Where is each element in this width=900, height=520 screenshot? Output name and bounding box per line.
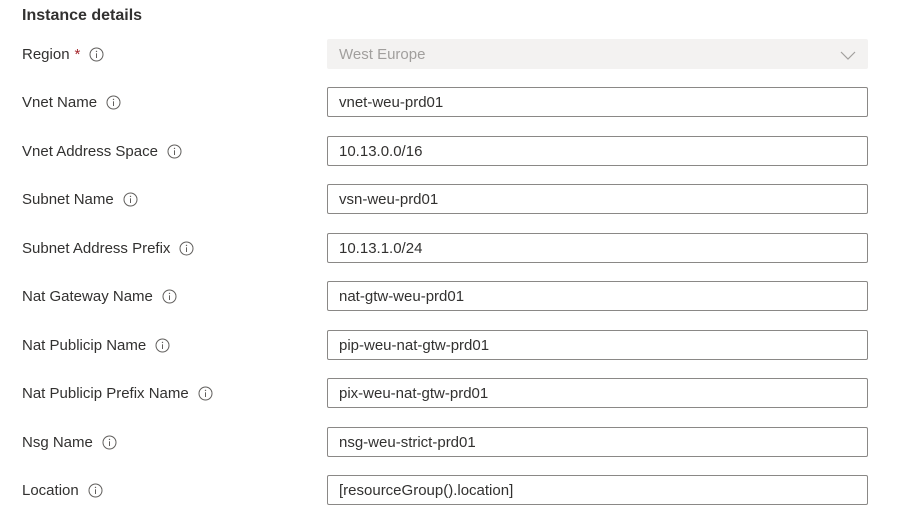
info-icon[interactable]	[155, 338, 170, 353]
field-label-text: Nat Gateway Name	[22, 287, 153, 305]
field-label-text: Vnet Address Space	[22, 142, 158, 160]
field-row-nat-publicip-prefix-name: Nat Publicip Prefix Name	[0, 378, 900, 408]
info-icon[interactable]	[102, 435, 117, 450]
field-row-vnet-address-space: Vnet Address Space	[0, 136, 900, 166]
info-icon[interactable]	[88, 483, 103, 498]
subnet-address-prefix-input[interactable]	[327, 233, 868, 263]
field-label-text: Region	[22, 45, 70, 63]
info-icon[interactable]	[123, 192, 138, 207]
field-label-text: Nat Publicip Prefix Name	[22, 384, 189, 402]
info-icon[interactable]	[89, 47, 104, 62]
field-label-text: Nat Publicip Name	[22, 336, 147, 354]
location-input[interactable]	[327, 475, 868, 505]
info-icon[interactable]	[106, 95, 121, 110]
field-label-text: Subnet Address Prefix	[22, 239, 171, 257]
field-row-vnet-name: Vnet Name	[0, 87, 900, 117]
field-label-text: Nsg Name	[22, 433, 93, 451]
field-row-nsg-name: Nsg Name	[0, 427, 900, 457]
info-icon[interactable]	[167, 144, 182, 159]
field-label-vnet-name: Vnet Name	[22, 87, 121, 117]
nsg-name-input[interactable]	[327, 427, 868, 457]
field-label-nat-publicip-prefix-name: Nat Publicip Prefix Name	[22, 378, 213, 408]
section-title: Instance details	[22, 7, 143, 24]
nat-publicip-name-input[interactable]	[327, 330, 868, 360]
field-row-location: Location	[0, 475, 900, 505]
field-label-region: Region *	[22, 39, 104, 69]
field-row-nat-publicip-name: Nat Publicip Name	[0, 330, 900, 360]
required-asterisk: *	[74, 45, 81, 63]
field-row-subnet-name: Subnet Name	[0, 184, 900, 214]
field-label-subnet-name: Subnet Name	[22, 184, 138, 214]
chevron-down-icon	[840, 48, 856, 62]
field-label-nat-publicip-name: Nat Publicip Name	[22, 330, 170, 360]
field-row-nat-gateway-name: Nat Gateway Name	[0, 281, 900, 311]
field-label-vnet-address-space: Vnet Address Space	[22, 136, 182, 166]
subnet-name-input[interactable]	[327, 184, 868, 214]
field-row-region: Region * West Europe	[0, 39, 900, 69]
field-label-nsg-name: Nsg Name	[22, 427, 117, 457]
vnet-address-space-input[interactable]	[327, 136, 868, 166]
field-label-text: Location	[22, 481, 79, 499]
vnet-name-input[interactable]	[327, 87, 868, 117]
nat-publicip-prefix-name-input[interactable]	[327, 378, 868, 408]
field-label-text: Vnet Name	[22, 93, 98, 111]
field-label-nat-gateway-name: Nat Gateway Name	[22, 281, 177, 311]
field-label-subnet-address-prefix: Subnet Address Prefix	[22, 233, 194, 263]
info-icon[interactable]	[179, 241, 194, 256]
field-label-location: Location	[22, 475, 103, 505]
field-label-text: Subnet Name	[22, 190, 114, 208]
region-select-value: West Europe	[339, 45, 426, 63]
region-select[interactable]: West Europe	[327, 39, 868, 69]
info-icon[interactable]	[198, 386, 213, 401]
info-icon[interactable]	[162, 289, 177, 304]
field-row-subnet-address-prefix: Subnet Address Prefix	[0, 233, 900, 263]
nat-gateway-name-input[interactable]	[327, 281, 868, 311]
